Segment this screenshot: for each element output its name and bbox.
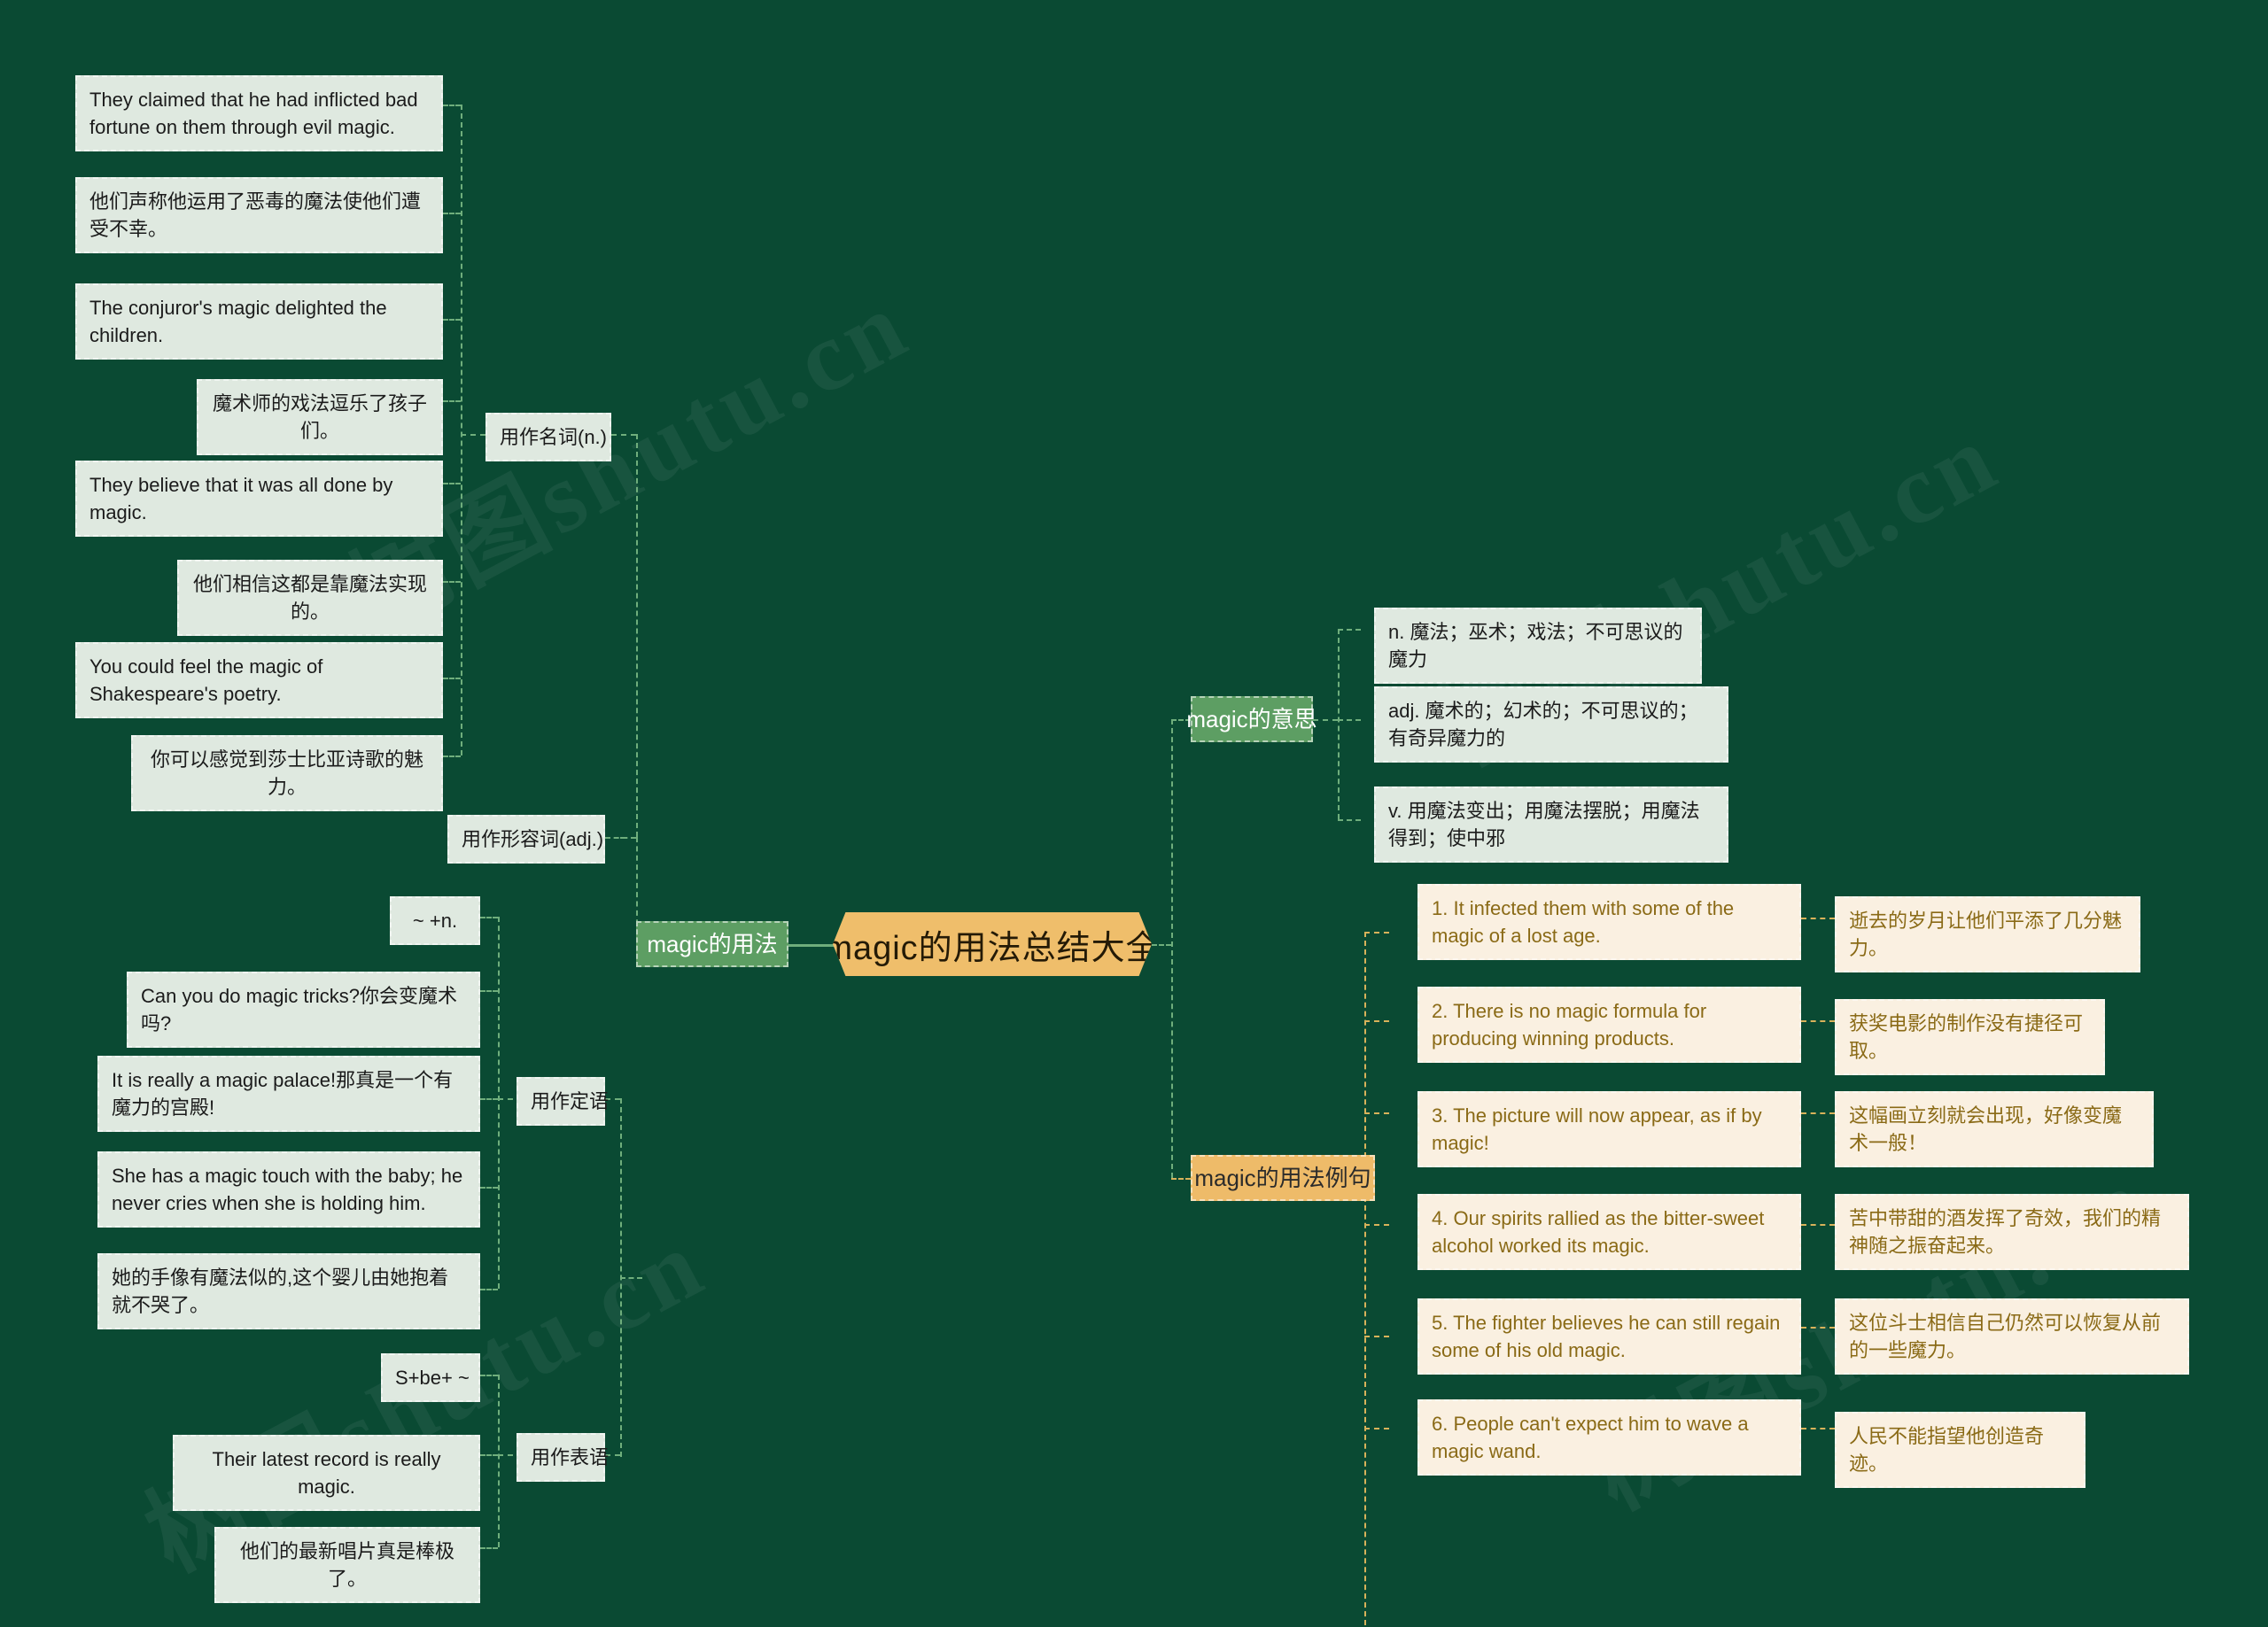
example-translation-box[interactable]: 人民不能指望他创造奇迹。	[1835, 1412, 2085, 1489]
connector-pred-stub	[480, 1547, 498, 1549]
group-label-predicative[interactable]: 用作表语	[517, 1433, 609, 1483]
connector-attrib-stub	[480, 990, 498, 992]
connector-example-stub	[1364, 1224, 1389, 1226]
example-translation-box[interactable]: 这位斗士相信自己仍然可以恢复从前的一些魔力。	[1835, 1298, 2189, 1375]
connector-example-stub	[1364, 1428, 1389, 1429]
connector-example-stub	[1364, 1020, 1389, 1022]
connector-pred-stub	[480, 1454, 498, 1456]
example-sentence-box[interactable]: 2. There is no magic formula for produci…	[1418, 987, 1801, 1064]
sentence-box[interactable]: It is really a magic palace!那真是一个有魔力的宫殿!	[97, 1056, 480, 1133]
connector-noun-stub	[443, 678, 461, 679]
connector-usage-to-root	[788, 944, 840, 947]
connector-attrib-stub	[480, 1187, 498, 1189]
sentence-box[interactable]: The conjuror's magic delighted the child…	[75, 283, 443, 360]
connector-example-stub	[1364, 1336, 1389, 1337]
connector-noun-stub	[443, 319, 461, 321]
connector-noun-stub	[443, 755, 461, 757]
branch-node-usage-label: magic的用法	[647, 930, 778, 957]
connector-translation-link	[1801, 1020, 1835, 1022]
connector-meaning-item-stub	[1338, 629, 1361, 631]
sentence-box[interactable]: They believe that it was all done by mag…	[75, 461, 443, 538]
branch-node-usage[interactable]: magic的用法	[636, 921, 788, 967]
connector-noun-stub	[443, 213, 461, 214]
connector-attrib-stub	[480, 1289, 498, 1290]
sentence-box[interactable]: 她的手像有魔法似的,这个婴儿由她抱着就不哭了。	[97, 1253, 480, 1330]
connector-pred-spine	[498, 1375, 500, 1547]
connector-meaning-item-stub	[1338, 819, 1361, 821]
sentence-box[interactable]: 他们声称他运用了恶毒的魔法使他们遭受不幸。	[75, 177, 443, 254]
sentence-box[interactable]: 他们的最新唱片真是棒极了。	[214, 1527, 480, 1604]
connector-attrib-stub	[480, 1098, 498, 1100]
connector-example-stub	[1364, 1112, 1389, 1114]
connector-noun-stub	[443, 483, 461, 484]
example-sentence-box[interactable]: 1. It infected them with some of the mag…	[1418, 884, 1801, 961]
branch-node-examples-label: magic的用法例句	[1194, 1164, 1371, 1191]
connector-adj-label	[620, 1277, 642, 1279]
example-sentence-box[interactable]: 4. Our spirits rallied as the bitter-swe…	[1418, 1194, 1801, 1271]
sentence-box[interactable]: Their latest record is really magic.	[173, 1435, 480, 1512]
connector-pred-stub	[480, 1375, 498, 1376]
example-translation-box[interactable]: 苦中带甜的酒发挥了奇效，我们的精神随之振奋起来。	[1835, 1194, 2189, 1271]
connector-meaning-item-stub	[1338, 719, 1361, 721]
example-sentence-box[interactable]: 3. The picture will now appear, as if by…	[1418, 1091, 1801, 1168]
connector-noun-label-right	[611, 434, 636, 436]
connector-translation-link	[1801, 1224, 1835, 1226]
example-translation-box[interactable]: 获奖电影的制作没有捷径可取。	[1835, 999, 2105, 1076]
connector-translation-link	[1801, 1327, 1835, 1329]
connector-translation-link	[1801, 1112, 1835, 1114]
sentence-box[interactable]: 你可以感觉到莎士比亚诗歌的魅力。	[131, 735, 443, 812]
connector-adj-to-label	[605, 837, 636, 839]
connector-noun-stub	[443, 581, 461, 583]
pattern-label-attributive[interactable]: ~ +n.	[390, 896, 480, 946]
connector-usage-spine	[636, 434, 638, 837]
example-translation-box[interactable]: 逝去的岁月让他们平添了几分魅力。	[1835, 896, 2140, 973]
connector-adj-sub-spine	[620, 1098, 622, 1457]
sentence-box[interactable]: You could feel the magic of Shakespeare'…	[75, 642, 443, 719]
connector-examples-stub	[1171, 1178, 1191, 1180]
example-sentence-box[interactable]: 5. The fighter believes he can still reg…	[1418, 1298, 1801, 1375]
connector-root-right-spine	[1171, 719, 1173, 1178]
connector-noun-label-left	[461, 434, 485, 436]
meaning-box[interactable]: n. 魔法；巫术；戏法；不可思议的魔力	[1374, 608, 1702, 685]
branch-node-meaning-label: magic的意思	[1186, 705, 1317, 732]
sentence-box[interactable]: 他们相信这都是靠魔法实现的。	[177, 560, 443, 637]
meaning-box[interactable]: adj. 魔术的；幻术的；不可思议的；有奇异魔力的	[1374, 686, 1728, 763]
connector-attrib-stub	[480, 917, 498, 918]
example-translation-box[interactable]: 这幅画立刻就会出现，好像变魔术一般！	[1835, 1091, 2154, 1168]
group-label-noun[interactable]: 用作名词(n.)	[485, 413, 611, 462]
group-label-attributive[interactable]: 用作定语	[517, 1077, 609, 1127]
sentence-box[interactable]: 魔术师的戏法逗乐了孩子们。	[197, 379, 443, 456]
connector-translation-link	[1801, 918, 1835, 919]
branch-node-examples[interactable]: magic的用法例句	[1191, 1155, 1375, 1201]
meaning-box[interactable]: v. 用魔法变出；用魔法摆脱；用魔法得到；使中邪	[1374, 786, 1728, 864]
connector-attrib-spine	[498, 917, 500, 1289]
sentence-box[interactable]: They claimed that he had inflicted bad f…	[75, 75, 443, 152]
sentence-box[interactable]: Can you do magic tricks?你会变魔术吗?	[127, 972, 480, 1049]
sentence-box[interactable]: She has a magic touch with the baby; he …	[97, 1151, 480, 1228]
root-node-label: magic的用法总结大全	[824, 929, 1161, 967]
connector-translation-link	[1801, 1428, 1835, 1429]
connector-example-stub	[1364, 932, 1389, 934]
connector-noun-spine	[461, 105, 462, 755]
branch-node-meaning[interactable]: magic的意思	[1186, 696, 1317, 742]
connector-examples-spine	[1364, 932, 1366, 1627]
connector-usage-adj-stub	[620, 837, 636, 839]
group-label-adjective[interactable]: 用作形容词(adj.)	[447, 815, 605, 864]
pattern-label-predicative[interactable]: S+be+ ~	[381, 1353, 480, 1403]
connector-root-right	[1152, 944, 1171, 946]
mindmap-canvas: 树图shutu.cn 树图shutu.cn 树图shutu.cn 树图shutu…	[0, 0, 2268, 1627]
connector-meaning-spine	[1338, 629, 1340, 819]
connector-noun-stub	[443, 400, 461, 402]
root-node[interactable]: magic的用法总结大全	[833, 912, 1152, 976]
example-sentence-box[interactable]: 6. People can't expect him to wave a mag…	[1418, 1399, 1801, 1476]
connector-noun-stub	[443, 105, 461, 106]
